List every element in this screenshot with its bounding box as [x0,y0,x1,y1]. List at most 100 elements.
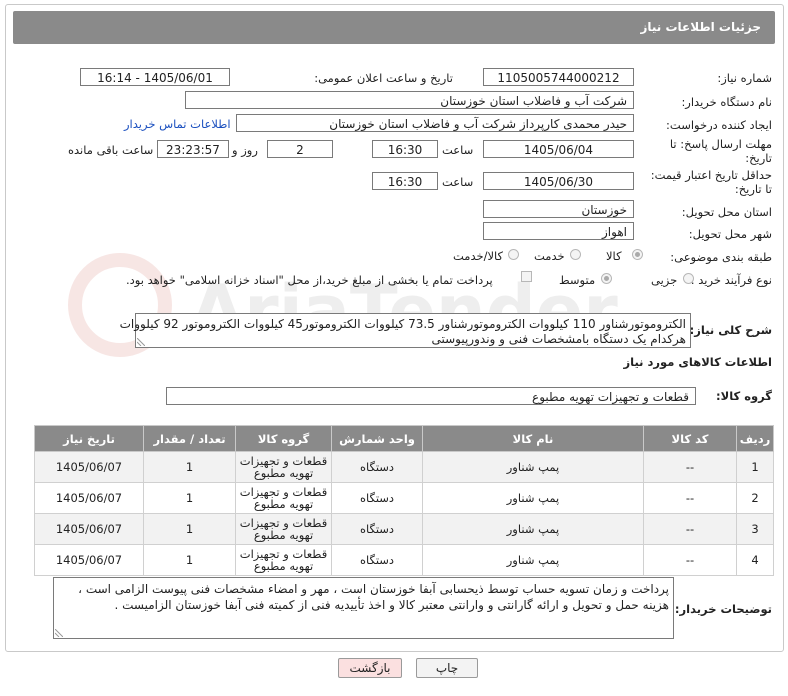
general-desc-line-2: هرکدام یک دستگاه بامشخصات فنی و وندورپیو… [431,332,686,346]
col-date-header: تاریخ نیاز [34,425,144,452]
general-desc-textarea[interactable]: الکتروموتورشناور 110 کیلووات الکتروموتور… [120,313,691,348]
cell-group: قطعات و تجهیزات تهویه مطبوع [235,451,332,483]
cell-group-line-2: تهویه مطبوع [253,466,314,480]
cell-name: پمپ شناور [422,482,644,514]
table-row[interactable]: 4 -- پمپ شناور دستگاه قطعات و تجهیزات تهو… [34,544,774,576]
deadline-label: مهلت ارسال پاسخ: تا [669,137,772,151]
cell-code: -- [643,451,737,483]
cell-date: 1405/06/07 [34,544,144,576]
resize-handle-icon[interactable] [137,338,145,346]
cell-qty: 1 [143,513,236,545]
cell-date: 1405/06/07 [34,482,144,514]
process-radio-minor[interactable] [683,273,694,284]
table-row[interactable]: 1 -- پمپ شناور دستگاه قطعات و تجهیزات تهو… [34,451,774,483]
category-label: طبقه بندی موضوعی: [670,250,772,264]
treasury-payment-checkbox[interactable] [521,271,532,282]
category-radio-goods[interactable] [632,249,643,260]
buyer-notes-line-2: هزینه حمل و تحویل و ارائه گارانتی و وارا… [114,598,669,612]
treasury-payment-note: پرداخت تمام یا بخشی از مبلغ خرید،از محل … [126,273,493,287]
table-row[interactable]: 2 -- پمپ شناور دستگاه قطعات و تجهیزات تهو… [34,482,774,514]
process-label: نوع فرآیند خرید : [690,273,772,287]
announce-label: تاریخ و ساعت اعلان عمومی: [314,71,453,85]
buyer-org-field[interactable]: شرکت آب و فاضلاب استان خوزستان [185,91,634,109]
process-option-minor: جزیی [651,273,678,287]
cell-date: 1405/06/07 [34,451,144,483]
cell-code: -- [643,544,737,576]
cell-group: قطعات و تجهیزات تهویه مطبوع [235,513,332,545]
goods-table: ردیف کد کالا نام کالا واحد شمارش گروه کا… [34,425,774,576]
back-button[interactable]: بازگشت [338,658,402,678]
validity-time-field[interactable]: 16:30 [372,172,438,190]
province-field[interactable]: خوزستان [483,200,634,218]
cell-qty: 1 [143,482,236,514]
deadline-label-2: تاریخ: [745,151,772,165]
creator-field[interactable]: حیدر محمدی کارپرداز شرکت آب و فاضلاب است… [236,114,634,132]
deadline-date-field[interactable]: 1405/06/04 [483,140,634,158]
cell-date: 1405/06/07 [34,513,144,545]
category-option-service: خدمت [534,249,565,263]
category-option-goods-service: کالا/خدمت [453,249,504,263]
table-header-row: ردیف کد کالا نام کالا واحد شمارش گروه کا… [34,425,774,452]
validity-label: حداقل تاریخ اعتبار قیمت: [650,168,772,182]
cell-unit: دستگاه [331,451,423,483]
remaining-time-field[interactable]: 23:23:57 [157,140,229,158]
cell-group-line-2: تهویه مطبوع [253,528,314,542]
buyer-notes-line-1: پرداخت و زمان تسویه حساب توسط ذیحسابی آب… [78,582,669,596]
buyer-notes-label: توضیحات خریدار: [674,602,772,616]
need-number-label: شماره نیاز: [717,71,772,85]
cell-group-line-2: تهویه مطبوع [253,559,314,573]
cell-qty: 1 [143,544,236,576]
category-radio-service[interactable] [570,249,581,260]
cell-group: قطعات و تجهیزات تهویه مطبوع [235,544,332,576]
col-row-header: ردیف [736,425,774,452]
cell-code: -- [643,513,737,545]
cell-unit: دستگاه [331,544,423,576]
need-number-field[interactable]: 1105005744000212 [483,68,634,86]
col-group-header: گروه کالا [235,425,332,452]
cell-group-line-2: تهویه مطبوع [253,497,314,511]
process-option-medium: متوسط [559,273,596,287]
cell-unit: دستگاه [331,513,423,545]
buyer-notes-textarea[interactable]: پرداخت و زمان تسویه حساب توسط ذیحسابی آب… [53,577,674,639]
validity-time-label: ساعت [442,175,474,189]
print-button[interactable]: چاپ [416,658,478,678]
deadline-time-label: ساعت [442,143,474,157]
goods-group-field[interactable]: قطعات و تجهیزات تهویه مطبوع [166,387,696,405]
page-header: جزئیات اطلاعات نیاز [13,11,775,44]
general-desc-label: شرح کلی نیاز: [689,323,772,337]
col-unit-header: واحد شمارش [331,425,423,452]
city-field[interactable]: اهواز [483,222,634,240]
process-radio-medium[interactable] [601,273,612,284]
validity-date-field[interactable]: 1405/06/30 [483,172,634,190]
cell-group: قطعات و تجهیزات تهویه مطبوع [235,482,332,514]
announce-field[interactable]: 1405/06/01 - 16:14 [80,68,230,86]
province-label: استان محل تحویل: [681,205,772,219]
col-name-header: نام کالا [422,425,644,452]
cell-row: 1 [736,451,774,483]
cell-name: پمپ شناور [422,544,644,576]
page-title: جزئیات اطلاعات نیاز [640,20,761,34]
days-label: روز و [232,143,258,157]
cell-row: 3 [736,513,774,545]
resize-handle-icon[interactable] [55,629,63,637]
cell-row: 2 [736,482,774,514]
cell-code: -- [643,482,737,514]
cell-row: 4 [736,544,774,576]
contact-info-link[interactable]: اطلاعات تماس خریدار [124,117,231,131]
goods-group-label: گروه کالا: [716,389,772,403]
table-row[interactable]: 3 -- پمپ شناور دستگاه قطعات و تجهیزات تهو… [34,513,774,545]
cell-name: پمپ شناور [422,451,644,483]
cell-unit: دستگاه [331,482,423,514]
city-label: شهر محل تحویل: [688,227,772,241]
remaining-time-label: ساعت باقی مانده [68,143,154,157]
cell-qty: 1 [143,451,236,483]
buyer-org-label: نام دستگاه خریدار: [681,95,772,109]
category-radio-goods-service[interactable] [508,249,519,260]
col-qty-header: تعداد / مقدار [143,425,236,452]
deadline-time-field[interactable]: 16:30 [372,140,438,158]
days-remaining-field[interactable]: 2 [267,140,333,158]
category-option-goods: کالا [606,249,622,263]
creator-label: ایجاد کننده درخواست: [666,118,772,132]
cell-name: پمپ شناور [422,513,644,545]
goods-info-title: اطلاعات کالاهای مورد نیاز [623,355,772,369]
